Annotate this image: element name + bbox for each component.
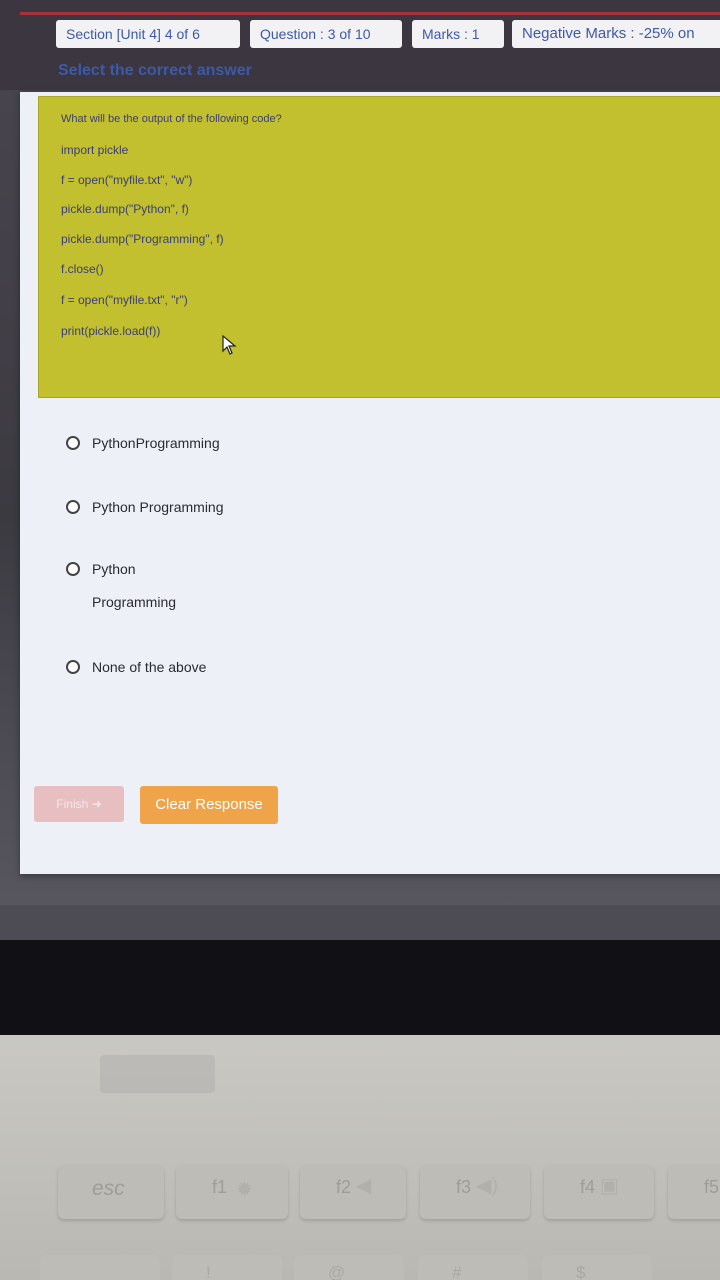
f3-key: f3 ◀) <box>420 1165 530 1219</box>
keyboard-grille <box>100 1055 215 1093</box>
code-line: f.close() <box>61 262 104 276</box>
radio-button[interactable] <box>66 660 80 674</box>
one-key-label: ! <box>206 1263 211 1280</box>
option-label-line1: Python <box>92 561 136 577</box>
one-key: ! <box>172 1255 282 1280</box>
volume-up-icon: ◀) <box>476 1175 499 1197</box>
code-line: import pickle <box>61 143 129 157</box>
f5-key-label: f5 <box>704 1177 720 1197</box>
instruction-text: Select the correct answer <box>58 62 252 79</box>
question-box: What will be the output of the following… <box>38 96 720 398</box>
four-key-label: $ <box>576 1263 586 1280</box>
header-accent-line <box>20 12 720 15</box>
esc-key: esc <box>58 1165 164 1219</box>
code-line: f = open("myfile.txt", "r") <box>61 293 188 307</box>
volume-down-icon: ◀ <box>356 1175 372 1197</box>
question-prompt: What will be the output of the following… <box>61 113 282 125</box>
radio-button[interactable] <box>66 436 80 450</box>
question-indicator: Question : 3 of 10 <box>250 20 402 48</box>
f3-key-label: f3 <box>456 1177 472 1197</box>
arrow-right-icon: ➜ <box>91 797 102 811</box>
option-label: Python Programming <box>92 560 176 611</box>
finish-label: Finish <box>56 797 89 811</box>
keyboard: esc f1 ✹ f2 ◀ f3 ◀) f4 ▣ f5 ! @ # $ <box>0 1035 720 1280</box>
mouse-pointer-icon <box>222 335 237 355</box>
brightness-icon: ✹ <box>236 1179 253 1201</box>
option-label-line2: Programming <box>92 594 177 610</box>
tilde-key <box>40 1255 160 1280</box>
f1-key-label: f1 <box>212 1177 228 1197</box>
f5-key: f5 <box>668 1165 720 1219</box>
two-key: @ <box>294 1255 404 1280</box>
laptop-bezel <box>0 940 720 1035</box>
f4-key-label: f4 <box>580 1177 596 1197</box>
option-label: PythonProgramming <box>92 435 220 451</box>
clear-response-button[interactable]: Clear Response <box>140 786 278 824</box>
question-card: What will be the output of the following… <box>20 92 720 874</box>
negative-marks-indicator: Negative Marks : -25% on <box>512 20 720 48</box>
code-line: print(pickle.load(f)) <box>61 324 161 338</box>
code-line: pickle.dump("Programming", f) <box>61 232 224 246</box>
three-key: # <box>418 1255 528 1280</box>
code-line: f = open("myfile.txt", "w") <box>61 173 193 187</box>
option-2[interactable]: Python Programming <box>66 498 224 516</box>
code-line: pickle.dump("Python", f) <box>61 202 189 216</box>
esc-key-label: esc <box>92 1177 125 1200</box>
taskbar <box>0 905 720 940</box>
option-label: None of the above <box>92 659 207 675</box>
option-label: Python Programming <box>92 499 224 515</box>
option-3[interactable]: Python Programming <box>66 560 176 611</box>
three-key-label: # <box>452 1263 462 1280</box>
section-indicator[interactable]: Section [Unit 4] 4 of 6 <box>56 20 240 48</box>
radio-button[interactable] <box>66 562 80 576</box>
f1-key: f1 ✹ <box>176 1165 288 1219</box>
display-icon: ▣ <box>600 1175 619 1197</box>
f2-key: f2 ◀ <box>300 1165 406 1219</box>
f4-key: f4 ▣ <box>544 1165 654 1219</box>
option-4[interactable]: None of the above <box>66 658 206 676</box>
radio-button[interactable] <box>66 500 80 514</box>
four-key: $ <box>542 1255 652 1280</box>
finish-button[interactable]: Finish ➜ <box>34 786 124 822</box>
two-key-label: @ <box>328 1263 346 1280</box>
marks-indicator: Marks : 1 <box>412 20 504 48</box>
browser-screen: Section [Unit 4] 4 of 6 Question : 3 of … <box>0 0 720 940</box>
f2-key-label: f2 <box>336 1177 352 1197</box>
exam-header: Section [Unit 4] 4 of 6 Question : 3 of … <box>0 0 720 90</box>
option-1[interactable]: PythonProgramming <box>66 434 220 452</box>
